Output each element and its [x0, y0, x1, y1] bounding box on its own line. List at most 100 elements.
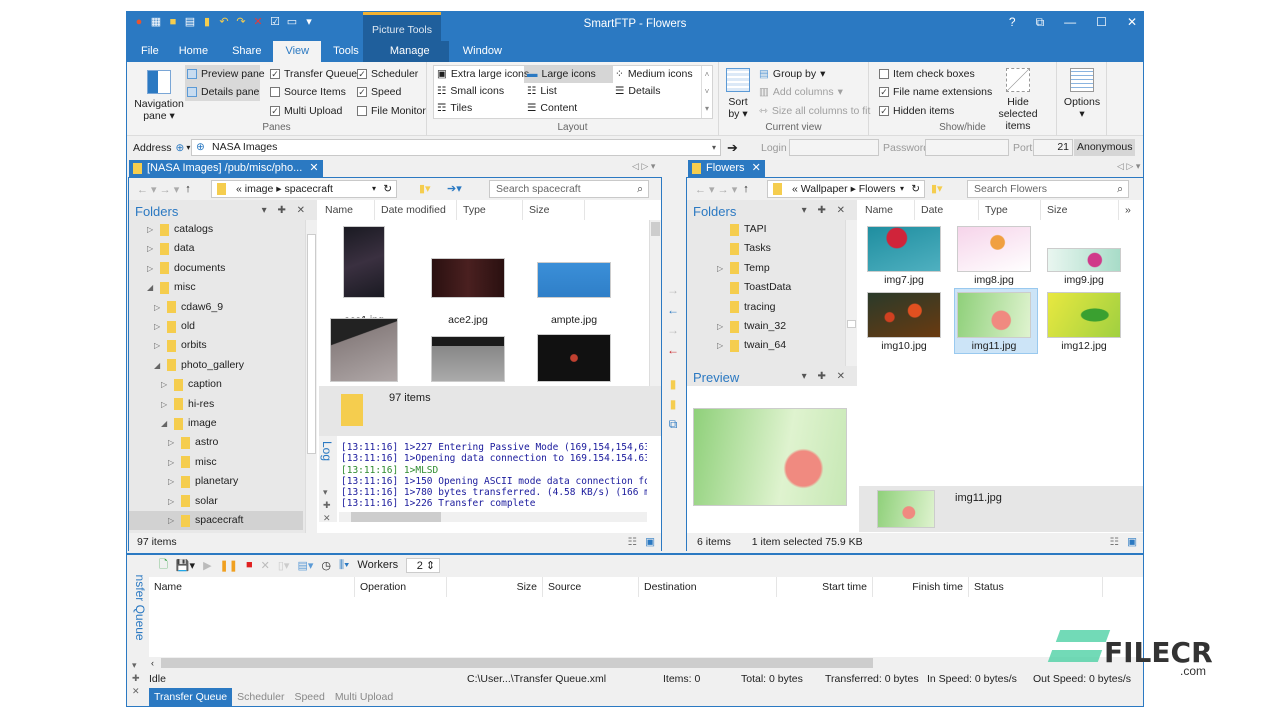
hidden-items-checkbox[interactable]: ✓ Hidden items	[879, 102, 954, 120]
add-columns-button[interactable]: ▥ Add columns ▾	[759, 83, 843, 101]
tab-scroll-icon[interactable]: ◁ ▷ ▾	[632, 161, 655, 172]
more-columns-icon[interactable]: »	[1119, 200, 1131, 220]
file-thumbnail[interactable]	[431, 258, 505, 298]
go-arrow-icon[interactable]: ➔	[727, 140, 738, 156]
tree-item[interactable]: ◢ photo_gallery	[129, 356, 303, 375]
close-tab-icon[interactable]: ✕	[752, 162, 761, 174]
tree-item[interactable]: ▷ old	[129, 317, 303, 336]
tree-item[interactable]: ◢ image	[129, 414, 303, 433]
layout-large-icons[interactable]: ▬ Large icons	[527, 65, 596, 83]
bottom-tab-multi-upload[interactable]: Multi Upload	[330, 688, 398, 706]
left-pane-tab[interactable]: [NASA Images] /pub/misc/pho... ✕	[129, 160, 323, 177]
right-breadcrumb[interactable]: « Wallpaper ▸ Flowers ▾ ↻	[767, 180, 925, 198]
file-thumbnail[interactable]	[431, 336, 505, 382]
folders-panel-controls[interactable]: ▾ ✚ ✕	[262, 205, 309, 216]
details-pane-button[interactable]: Details pane	[187, 83, 259, 101]
folder-action-icon[interactable]: ▮▾	[931, 182, 943, 195]
expand-icon[interactable]: ▷	[168, 472, 176, 491]
col-finish-time[interactable]: Finish time	[873, 577, 969, 597]
file-name[interactable]: ace2.jpg	[423, 314, 513, 326]
layout-details[interactable]: ☰ Details	[615, 82, 661, 100]
layout-extra-large-icons[interactable]: ▣ Extra large icons	[437, 65, 529, 83]
preview-pane-button[interactable]: Preview pane	[187, 65, 265, 83]
back-icon[interactable]: ← ▾ → ▾	[137, 183, 179, 196]
windows-icon[interactable]: ⧉	[665, 414, 681, 434]
move-icon[interactable]: ▯▾	[278, 559, 290, 572]
col-size[interactable]: Size	[523, 200, 585, 220]
refresh-icon[interactable]: ↻	[383, 181, 392, 197]
left-breadcrumb[interactable]: « image ▸ spacecraft ▾ ↻	[211, 180, 397, 198]
tab-home[interactable]: Home	[167, 41, 220, 62]
layout-content[interactable]: ☰ Content	[527, 99, 577, 117]
tree-item[interactable]: ▷ catalogs	[129, 220, 303, 239]
layout-small-icons[interactable]: ☷ Small icons	[437, 82, 504, 100]
file-thumbnail[interactable]	[867, 226, 941, 272]
col-start-time[interactable]: Start time	[777, 577, 873, 597]
expand-icon[interactable]: ▷	[147, 239, 155, 258]
select-icon[interactable]: ▤▾	[297, 559, 313, 572]
start-icon[interactable]: ▶	[203, 559, 211, 572]
close-tab-icon[interactable]: ✕	[309, 162, 318, 174]
file-name[interactable]: ampte.jpg	[529, 314, 619, 326]
multi-upload-checkbox[interactable]: ✓ Multi Upload	[270, 102, 342, 120]
bottom-tab-scheduler[interactable]: Scheduler	[232, 688, 289, 706]
workers-stepper[interactable]: 2 ⇕	[406, 557, 441, 573]
item-check-boxes-checkbox[interactable]: Item check boxes	[879, 65, 975, 83]
save-queue-icon[interactable]: 💾▾	[176, 559, 195, 572]
file-thumbnail[interactable]	[330, 318, 398, 382]
tab-share[interactable]: Share	[220, 41, 273, 62]
file-thumbnail[interactable]	[537, 334, 611, 382]
remove-icon[interactable]: ✕	[261, 559, 270, 572]
expand-icon[interactable]: ◢	[154, 356, 162, 375]
tab-file[interactable]: File	[127, 41, 167, 62]
layout-gallery-scroll[interactable]: ˄ ˅ ▾	[701, 66, 712, 118]
file-thumbnail[interactable]	[867, 292, 941, 338]
col-size[interactable]: Size	[1041, 200, 1119, 220]
expand-icon[interactable]: ▷	[717, 259, 725, 278]
file-thumbnail[interactable]	[537, 262, 611, 298]
expand-icon[interactable]: ▷	[147, 259, 155, 278]
address-history-icon[interactable]: ▾	[712, 140, 716, 155]
expand-icon[interactable]: ▷	[168, 492, 176, 511]
tree-item[interactable]: ▷ spacecraft	[129, 511, 303, 530]
maximize-button[interactable]: ☐	[1096, 15, 1107, 30]
sort-by-button[interactable]: Sort by ▾	[723, 68, 753, 120]
tree-item[interactable]: ▷ twain_32	[687, 317, 786, 336]
tree-item[interactable]: ▷ hi-res	[129, 395, 303, 414]
close-button[interactable]: ✕	[1127, 15, 1137, 30]
right-pane-tab[interactable]: Flowers ✕	[688, 160, 765, 177]
size-columns-button[interactable]: ⇿ Size all columns to fit	[759, 102, 870, 120]
tree-item[interactable]: ▷ cdaw6_9	[129, 298, 303, 317]
file-name-extensions-checkbox[interactable]: ✓ File name extensions	[879, 83, 992, 101]
globe-icon[interactable]: ⊕	[176, 142, 185, 154]
expand-icon[interactable]: ▷	[147, 220, 155, 239]
log-label[interactable]: Log	[320, 441, 334, 461]
queue-hscrollbar[interactable]: ‹	[149, 657, 1143, 669]
tree-item[interactable]: ▷ solar	[129, 492, 303, 511]
password-input[interactable]	[925, 139, 1009, 156]
file-name[interactable]: img8.jpg	[949, 274, 1039, 286]
compare-folder-icon[interactable]: ▮	[665, 394, 681, 414]
up-icon[interactable]: ↑	[743, 183, 749, 195]
port-input[interactable]: 21	[1033, 139, 1073, 156]
group-by-button[interactable]: ▤ Group by ▾	[759, 65, 825, 83]
file-name[interactable]: img11.jpg	[949, 340, 1039, 352]
preview-panel-controls[interactable]: ▾ ✚ ✕	[802, 371, 849, 382]
refresh-icon[interactable]: ↻	[911, 181, 920, 197]
col-source[interactable]: Source	[543, 577, 639, 597]
file-monitor-checkbox[interactable]: File Monitor	[357, 102, 426, 120]
breadcrumb-dropdown-icon[interactable]: ▾	[900, 181, 904, 197]
tab-scroll-icon[interactable]: ◁ ▷ ▾	[1117, 161, 1140, 172]
restore-ribbon-icon[interactable]: ⧉	[1036, 15, 1045, 30]
layout-list[interactable]: ☷ List	[527, 82, 557, 100]
col-destination[interactable]: Destination	[639, 577, 777, 597]
file-thumbnail[interactable]	[957, 226, 1031, 272]
expand-icon[interactable]: ◢	[161, 414, 169, 433]
back-icon[interactable]: ← ▾ → ▾	[695, 183, 737, 196]
navigation-pane-button[interactable]: Navigation pane ▾	[133, 70, 185, 122]
help-icon[interactable]: ?	[1009, 15, 1016, 30]
folders-panel-controls[interactable]: ▾ ✚ ✕	[802, 205, 849, 216]
col-name[interactable]: Name	[859, 200, 915, 220]
tree-item[interactable]: ▷ astro	[129, 433, 303, 452]
expand-icon[interactable]: ▷	[154, 336, 162, 355]
